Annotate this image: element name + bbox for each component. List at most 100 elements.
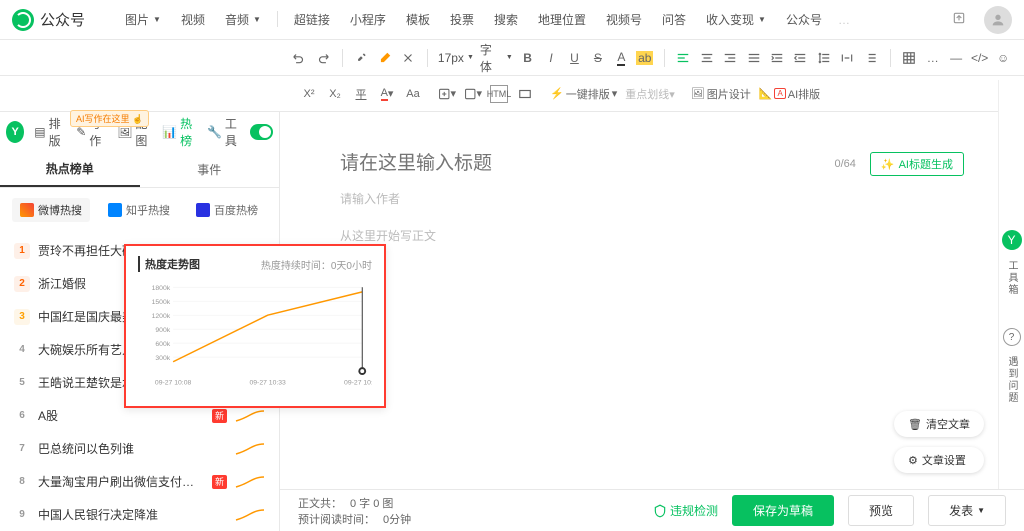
list-button[interactable] — [862, 49, 879, 67]
top-menu-item[interactable]: 视频号 — [596, 11, 652, 28]
brush-button[interactable] — [353, 49, 370, 67]
source-tab[interactable]: 知乎热搜 — [100, 198, 178, 222]
app-title: 公众号 — [40, 9, 85, 30]
code-button[interactable]: </> — [971, 49, 988, 67]
align-justify-button[interactable] — [745, 49, 762, 67]
footer-info: 正文共：0 字 0 图 预计阅读时间：0分钟 — [298, 495, 411, 527]
superscript-button[interactable]: X² — [300, 85, 318, 103]
publish-button[interactable]: 发表▼ — [928, 495, 1006, 526]
undo-button[interactable] — [290, 49, 308, 67]
top-menu-item[interactable]: 收入变现▼ — [696, 11, 776, 28]
top-menu-item[interactable]: 模板 — [396, 11, 440, 28]
align-left-button[interactable] — [675, 49, 692, 67]
trend-popup: 热度走势图 热度持续时间：0天0小时 300k600k900k1200k1500… — [124, 244, 386, 408]
author-input[interactable]: 请输入作者 — [340, 190, 964, 207]
list-tabs: 热点榜单事件 — [0, 152, 279, 188]
rail-feedback-label[interactable]: 遇到问题 — [1004, 356, 1019, 404]
highlight-button[interactable]: 重点划线▾ — [625, 86, 675, 102]
bg-color-button[interactable]: ab — [636, 49, 653, 67]
redo-button[interactable] — [314, 49, 332, 67]
image-design-button[interactable]: 🖼图片设计 — [691, 86, 751, 102]
help-button[interactable]: ☺ — [994, 49, 1011, 67]
line-height-button[interactable] — [815, 49, 832, 67]
list-tab[interactable]: 热点榜单 — [0, 152, 140, 187]
svg-text:1500k: 1500k — [152, 299, 171, 306]
italic-button[interactable]: I — [542, 49, 559, 67]
strike-button[interactable]: S — [589, 49, 606, 67]
ai-layout-button[interactable]: 📐AAI排版 — [759, 86, 820, 102]
text-format-button[interactable]: 平 — [352, 85, 370, 103]
md-button[interactable] — [516, 85, 534, 103]
hot-item[interactable]: 9中国人民银行决定降准 — [0, 498, 279, 531]
bold-button[interactable]: B — [519, 49, 536, 67]
eraser-button[interactable] — [376, 49, 393, 67]
svg-text:900k: 900k — [155, 327, 170, 334]
case-button[interactable]: Aa — [404, 85, 422, 103]
export-icon[interactable] — [952, 11, 966, 28]
top-menu-item[interactable]: 搜索 — [484, 11, 528, 28]
top-menu-item[interactable]: 小程序 — [340, 11, 396, 28]
top-menu-item[interactable]: 投票 — [440, 11, 484, 28]
top-menu-item[interactable]: 地理位置 — [528, 11, 596, 28]
logo-area: 公众号 — [12, 9, 85, 31]
html-button[interactable]: HTML — [490, 85, 508, 103]
source-tab[interactable]: 微博热搜 — [12, 198, 90, 222]
sidebar-top-item[interactable]: 📊热榜 — [156, 115, 201, 149]
text-color-button[interactable]: A▾ — [378, 85, 396, 103]
clear-format-button[interactable] — [399, 49, 416, 67]
ai-title-button[interactable]: ✨AI标题生成 — [870, 152, 964, 176]
sidebar-top-item[interactable]: 🔧工具 — [201, 115, 246, 149]
font-family-select[interactable]: 字体▼ — [480, 41, 513, 75]
align-right-button[interactable] — [721, 49, 738, 67]
violation-check-button[interactable]: 违规检测 — [653, 502, 718, 519]
top-menu-item[interactable]: 公众号 — [776, 11, 832, 28]
body-input[interactable]: 从这里开始写正文 — [340, 227, 964, 244]
title-input[interactable] — [340, 153, 820, 175]
preview-button[interactable]: 预览 — [848, 495, 914, 526]
top-menu-item[interactable]: 音频▼ — [215, 11, 271, 28]
quick-layout-button[interactable]: ⚡一键排版▾ — [550, 86, 617, 102]
letter-spacing-button[interactable] — [839, 49, 856, 67]
trend-title: 热度走势图 — [138, 256, 200, 272]
trend-subtitle: 热度持续时间：0天0小时 — [261, 257, 372, 272]
top-menu-item[interactable]: 视频 — [171, 11, 215, 28]
sidebar-logo[interactable]: Y — [6, 121, 24, 143]
outdent-button[interactable] — [792, 49, 809, 67]
save-draft-button[interactable]: 保存为草稿 — [732, 495, 834, 526]
menu-more[interactable]: … — [832, 13, 856, 27]
top-header: 公众号 图片▼视频音频▼超链接小程序模板投票搜索地理位置视频号问答收入变现▼公众… — [0, 0, 1024, 40]
top-menu-item[interactable]: 超链接 — [284, 11, 340, 28]
more-formats-button[interactable]: … — [924, 49, 941, 67]
sidebar-toggle[interactable] — [250, 124, 273, 140]
sidebar-top-tabs: Y AI写作在这里 ☝ ▤排版✎写作🖼配图📊热榜🔧工具 — [0, 112, 279, 152]
align-center-button[interactable] — [698, 49, 715, 67]
subscript-button[interactable]: X₂ — [326, 85, 344, 103]
top-menu-item[interactable]: 问答 — [652, 11, 696, 28]
article-settings-button[interactable]: ⚙文章设置 — [894, 447, 984, 473]
sidebar-top-item[interactable]: ▤排版 — [28, 115, 70, 149]
top-menu-item[interactable]: 图片▼ — [115, 11, 171, 28]
hot-item[interactable]: 7巴总统问以色列谁 — [0, 432, 279, 465]
import-button[interactable]: ▾ — [464, 85, 482, 103]
rail-logo[interactable]: Y — [1002, 230, 1022, 250]
clear-article-button[interactable]: 🗑清空文章 — [894, 411, 984, 437]
logo-icon — [12, 9, 34, 31]
divider-button[interactable]: — — [947, 49, 964, 67]
avatar[interactable] — [984, 6, 1012, 34]
rail-toolbox-label[interactable]: 工具箱 — [1004, 260, 1019, 296]
rail-help-icon[interactable]: ? — [1003, 328, 1021, 346]
underline-button[interactable]: U — [566, 49, 583, 67]
source-tab[interactable]: 百度热榜 — [188, 198, 266, 222]
bottom-bar: 正文共：0 字 0 图 预计阅读时间：0分钟 违规检测 保存为草稿 预览 发表▼ — [280, 489, 1024, 531]
svg-text:09-27 10:08: 09-27 10:08 — [155, 380, 192, 387]
toolbar-2: X² X₂ 平 A▾ Aa ▾ ▾ HTML ⚡一键排版▾ 重点划线▾ 🖼图片设… — [0, 76, 1024, 112]
svg-text:1200k: 1200k — [152, 313, 171, 320]
font-color-button[interactable]: A — [613, 49, 630, 67]
right-rail: Y 工具箱 ? 遇到问题 — [998, 80, 1024, 491]
list-tab[interactable]: 事件 — [140, 152, 280, 187]
add-button[interactable]: ▾ — [438, 85, 456, 103]
table-button[interactable] — [901, 49, 918, 67]
hot-item[interactable]: 8大量淘宝用户刷出微信支付界面新 — [0, 465, 279, 498]
indent-button[interactable] — [768, 49, 785, 67]
font-size-select[interactable]: 17px▼ — [438, 51, 474, 65]
